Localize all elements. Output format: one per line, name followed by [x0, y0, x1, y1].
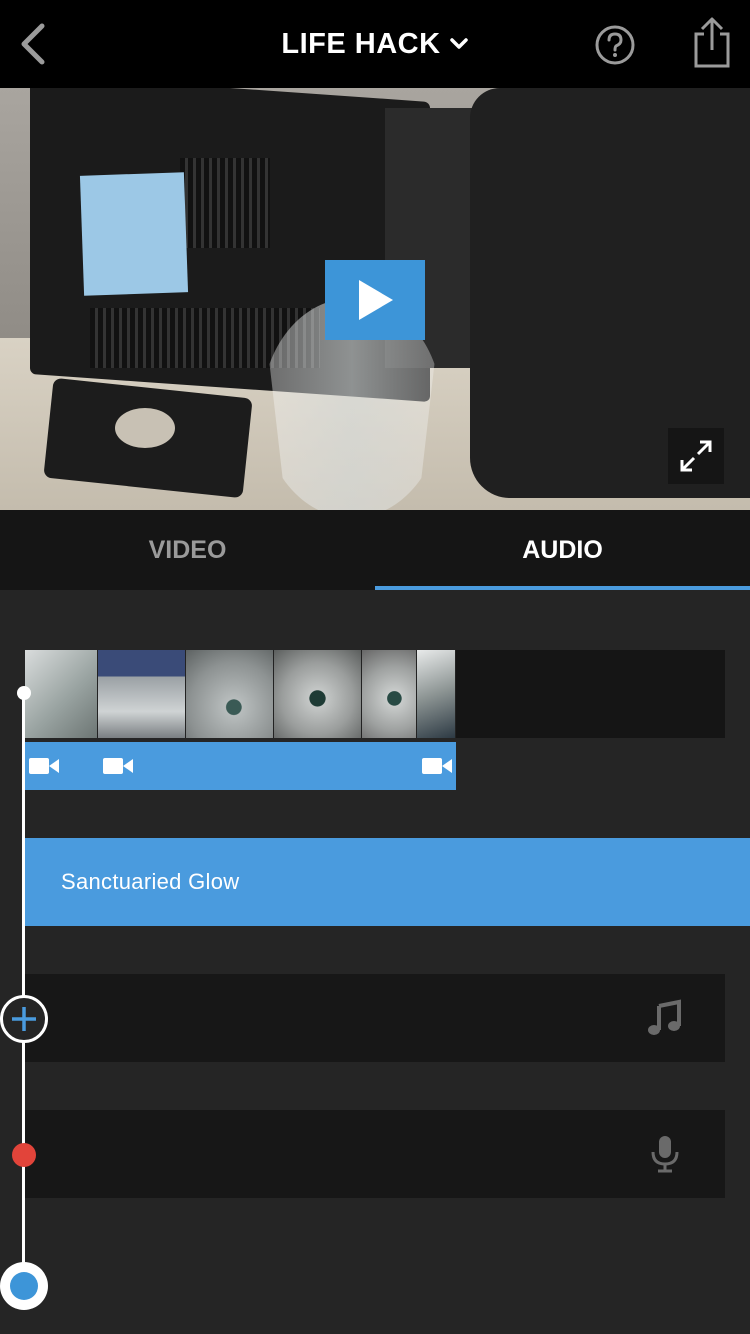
audio-timeline: Sanctuaried Glow — [0, 590, 750, 1334]
video-thumbnails[interactable] — [25, 650, 456, 738]
video-clip-bar — [25, 742, 456, 790]
video-thumbnail — [417, 650, 456, 738]
video-thumbnail — [186, 650, 274, 738]
video-thumbnail — [25, 650, 98, 738]
expand-icon — [680, 440, 712, 472]
microphone-icon — [651, 1136, 679, 1173]
video-thumbnail — [98, 650, 186, 738]
record-voiceover-button[interactable] — [12, 1143, 36, 1167]
playhead-handle[interactable] — [17, 686, 31, 700]
project-title: LIFE HACK — [281, 27, 441, 60]
back-button[interactable] — [8, 14, 58, 74]
play-icon — [359, 280, 393, 320]
tab-video-label: VIDEO — [148, 535, 227, 564]
add-audio-button[interactable] — [0, 995, 48, 1043]
chevron-down-icon — [449, 38, 468, 49]
clip-marker-1[interactable] — [27, 754, 61, 778]
music-track[interactable]: Sanctuaried Glow — [25, 838, 750, 926]
clip-marker-2[interactable] — [101, 754, 135, 778]
video-preview[interactable] — [0, 88, 750, 510]
video-camera-icon — [29, 758, 59, 774]
voiceover-track[interactable] — [25, 1110, 725, 1198]
timeline-scrubber-knob[interactable] — [0, 1262, 48, 1310]
tab-video[interactable]: VIDEO — [0, 510, 375, 590]
video-thumbnail — [274, 650, 362, 738]
playhead-line — [22, 692, 25, 1282]
top-bar: LIFE HACK — [0, 0, 750, 88]
chevron-left-icon — [21, 23, 45, 65]
music-note-icon — [648, 999, 681, 1035]
project-title-dropdown[interactable]: LIFE HACK — [281, 28, 468, 61]
share-icon — [694, 17, 730, 68]
editor-tabs: VIDEO AUDIO — [0, 510, 750, 590]
tab-audio[interactable]: AUDIO — [375, 510, 750, 590]
add-music-track[interactable] — [25, 974, 725, 1062]
play-button[interactable] — [325, 260, 425, 340]
fullscreen-button[interactable] — [668, 428, 724, 484]
music-track-title: Sanctuaried Glow — [61, 869, 240, 894]
video-thumbnail — [362, 650, 417, 738]
tab-audio-label: AUDIO — [522, 535, 603, 564]
video-camera-icon — [103, 758, 133, 774]
help-circle-icon — [595, 25, 635, 65]
video-camera-icon — [422, 758, 452, 774]
help-button[interactable] — [594, 24, 636, 66]
share-button[interactable] — [690, 16, 734, 70]
plus-icon — [12, 1007, 36, 1031]
clip-marker-3[interactable] — [420, 754, 454, 778]
